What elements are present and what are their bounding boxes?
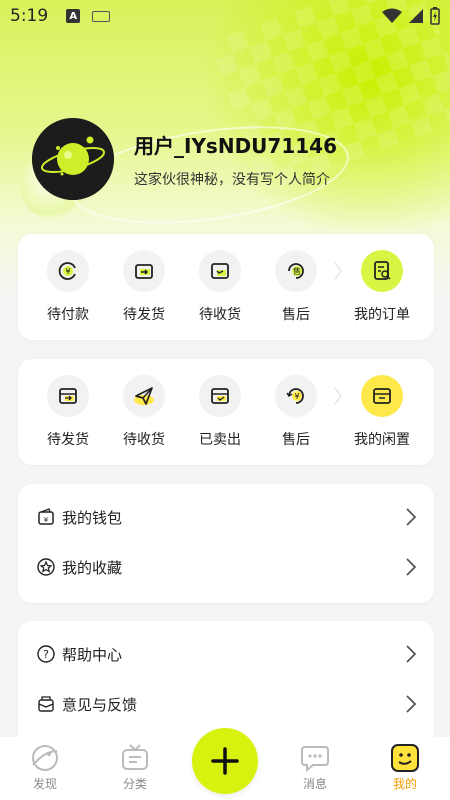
separator-arrow-icon: [334, 387, 342, 405]
order-to-ship[interactable]: 待发货: [106, 250, 182, 324]
orders-card: ¥ 待付款 待发货 待收货 售 售后 我的订单: [18, 234, 434, 340]
my-orders-label: 我的订单: [354, 307, 410, 323]
menu-favorites[interactable]: 我的收藏: [18, 542, 434, 592]
idle-to-receive[interactable]: 待收货: [106, 375, 182, 449]
menu-label: 我的钱包: [62, 508, 123, 527]
plus-icon: [211, 747, 239, 775]
nav-category[interactable]: 分类: [90, 737, 180, 792]
feedback-icon: [36, 694, 56, 714]
username: 用户_IYsNDU71146: [134, 133, 337, 158]
order-search-icon: [361, 250, 403, 292]
box-arrow-icon: [123, 250, 165, 292]
order-after-sales[interactable]: 售 售后: [258, 250, 342, 324]
send-icon: [123, 375, 165, 417]
status-bar: 5:19 A: [0, 0, 450, 32]
idle-card: 待发货 待收货 已卖出 ¥ 售后 我的闲置: [18, 359, 434, 465]
compass-icon: [32, 745, 58, 771]
help-icon: ?: [36, 644, 56, 664]
menu-help-center[interactable]: ? 帮助中心: [18, 629, 434, 679]
refund-icon: 售: [275, 250, 317, 292]
wallet-icon: ¥: [36, 507, 56, 527]
battery-icon: [430, 7, 440, 25]
avatar[interactable]: [32, 118, 114, 200]
profile-header[interactable]: 用户_IYsNDU71146 这家伙很神秘，没有写个人简介: [32, 118, 337, 200]
chevron-right-icon: [406, 558, 416, 576]
svg-text:¥: ¥: [65, 267, 70, 276]
my-orders-button[interactable]: 我的订单: [344, 250, 420, 324]
idle-label: 待发货: [47, 432, 89, 448]
menu-label: 帮助中心: [62, 645, 123, 664]
idle-label: 已卖出: [199, 432, 241, 448]
nav-label: 分类: [122, 777, 147, 791]
order-label: 待收货: [199, 307, 241, 323]
order-to-receive[interactable]: 待收货: [182, 250, 258, 324]
box-check-icon: [199, 375, 241, 417]
publish-button[interactable]: [192, 728, 258, 794]
chat-icon: [301, 746, 329, 773]
nav-discover[interactable]: 发现: [0, 737, 90, 792]
svg-text:售: 售: [293, 266, 301, 276]
idle-label: 待收货: [123, 432, 165, 448]
face-icon: [391, 744, 419, 772]
my-idle-button[interactable]: 我的闲置: [344, 375, 420, 449]
yen-circle-icon: ¥: [47, 250, 89, 292]
menu-wallet[interactable]: ¥ 我的钱包: [18, 492, 434, 542]
signal-icon: [409, 9, 423, 23]
svg-text:?: ?: [43, 648, 49, 661]
order-label: 待付款: [47, 307, 89, 323]
box-arrow-icon: [47, 375, 89, 417]
notification-a-icon: A: [66, 9, 81, 23]
menu-label: 意见与反馈: [62, 695, 138, 714]
idle-sold[interactable]: 已卖出: [182, 375, 258, 449]
order-label: 售后: [282, 307, 310, 323]
box-clock-icon: [199, 250, 241, 292]
idle-to-ship[interactable]: 待发货: [30, 375, 106, 449]
keyboard-icon: [92, 10, 111, 22]
svg-text:¥: ¥: [294, 392, 299, 401]
order-pending-payment[interactable]: ¥ 待付款: [30, 250, 106, 324]
status-time: 5:19: [10, 6, 49, 26]
separator-arrow-icon: [334, 262, 342, 280]
idle-label: 售后: [282, 432, 310, 448]
star-icon: [36, 557, 56, 577]
idle-after-sales[interactable]: ¥ 售后: [258, 375, 342, 449]
chevron-right-icon: [406, 695, 416, 713]
my-idle-label: 我的闲置: [354, 432, 410, 448]
nav-label-active: 我的: [392, 777, 417, 791]
chevron-right-icon: [406, 508, 416, 526]
wallet-favorites-card: ¥ 我的钱包 我的收藏: [18, 484, 434, 603]
chevron-right-icon: [406, 645, 416, 663]
box-icon: [361, 375, 403, 417]
tv-icon: [122, 744, 148, 770]
nav-label: 消息: [302, 777, 327, 791]
yen-refresh-icon: ¥: [275, 375, 317, 417]
menu-feedback[interactable]: 意见与反馈: [18, 679, 434, 729]
nav-mine[interactable]: 我的: [360, 737, 450, 792]
svg-text:¥: ¥: [44, 516, 49, 524]
wifi-icon: [382, 8, 402, 23]
nav-messages[interactable]: 消息: [270, 737, 360, 792]
order-label: 待发货: [123, 307, 165, 323]
menu-label: 我的收藏: [62, 558, 123, 577]
nav-label: 发现: [32, 777, 57, 791]
user-bio: 这家伙很神秘，没有写个人简介: [134, 171, 330, 188]
